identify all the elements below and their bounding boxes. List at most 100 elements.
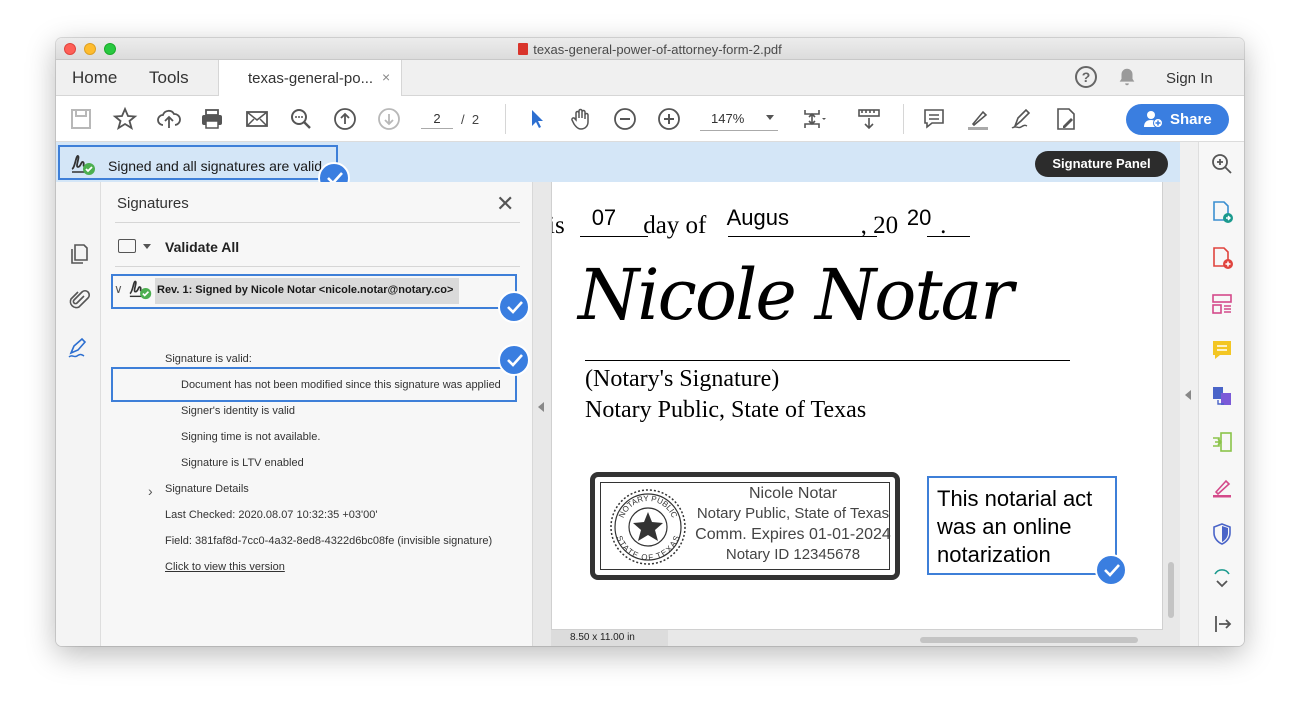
bookmark-star-icon[interactable] [112, 106, 138, 132]
protect-shield-icon[interactable] [1210, 522, 1234, 546]
help-icon[interactable]: ? [1075, 66, 1097, 88]
panel-title: Signatures [117, 195, 189, 212]
chevron-down-icon[interactable] [143, 244, 151, 249]
window-title-text: texas-general-power-of-attorney-form-2.p… [533, 42, 782, 57]
create-pdf-icon[interactable] [1210, 246, 1234, 270]
bell-icon[interactable] [1116, 66, 1138, 93]
share-button[interactable]: Share [1126, 104, 1229, 135]
note-line: This notarial act [937, 486, 1093, 511]
sign-in-link[interactable]: Sign In [1166, 70, 1213, 87]
save-icon[interactable] [68, 106, 94, 132]
page-fit-icon[interactable] [800, 106, 826, 132]
signature-pen-icon[interactable] [67, 336, 91, 360]
seal-ring-bottom-text: STATE OF TEXAS [615, 534, 682, 562]
signature-status-text: Signed and all signatures are valid [108, 158, 323, 174]
zoom-level-select[interactable]: 147% [700, 109, 778, 131]
fill-sign-icon[interactable] [1009, 106, 1035, 132]
page-number-input[interactable] [421, 109, 453, 129]
title-bar: texas-general-power-of-attorney-form-2.p… [56, 38, 1244, 60]
valid-signature-icon [70, 149, 98, 182]
list-options-icon[interactable] [118, 239, 136, 253]
online-notarization-note[interactable]: This notarial act was an online notariza… [927, 476, 1117, 575]
close-icon[interactable]: ✕ [496, 191, 514, 217]
notary-seal: NOTARY PUBLIC STATE OF TEXAS Nicole Nota… [590, 472, 900, 580]
comment-icon[interactable] [921, 106, 947, 132]
year-prefix-text: , 20 [860, 212, 899, 239]
highlight-pen-icon[interactable] [965, 106, 991, 132]
seal-id: Notary ID 12345678 [725, 546, 861, 563]
tab-tools[interactable]: Tools [149, 68, 189, 88]
validate-all-button[interactable]: Validate All [165, 239, 239, 255]
page-thumbnails-icon[interactable] [67, 242, 91, 266]
signatures-panel: Signatures ✕ Validate All ∨ Rev. 1: Sign… [101, 182, 533, 646]
main-toolbar: / 2 147% Share [56, 96, 1244, 142]
field-text: Field: 381faf8d-7cc0-4a32-8ed8-4322d6bc0… [165, 535, 493, 547]
expand-tools-arrow-icon[interactable] [1185, 390, 1191, 400]
document-viewport[interactable]: is 07 day of Augus, 2020. Nicole Notar (… [533, 182, 1180, 646]
notary-stamp-icon: NOTARY PUBLIC STATE OF TEXAS [609, 488, 687, 571]
email-icon[interactable] [244, 106, 270, 132]
day-of-text: day of [643, 212, 707, 239]
pdf-file-icon [518, 43, 529, 55]
panel-divider [115, 222, 520, 223]
page-separator: / [461, 112, 465, 127]
year-field[interactable]: 20 [898, 205, 940, 231]
tab-document[interactable]: texas-general-po... × [218, 60, 402, 97]
collapse-panel-arrow-icon[interactable] [538, 402, 544, 412]
share-label: Share [1170, 111, 1212, 128]
note-line: was an online [937, 514, 1072, 539]
document-tab-label: texas-general-po... [248, 70, 374, 87]
vertical-scrollbar[interactable] [1168, 562, 1174, 618]
tab-home[interactable]: Home [72, 68, 117, 88]
zoom-search-icon[interactable] [1210, 152, 1234, 176]
add-user-icon [1143, 110, 1163, 132]
month-field[interactable]: Augus [713, 205, 861, 231]
view-version-link[interactable]: Click to view this version [165, 561, 285, 573]
edit-document-icon[interactable] [1053, 106, 1079, 132]
page-size-label: 8.50 x 11.00 in [551, 630, 668, 646]
seal-name: Nicole Notar [748, 485, 838, 502]
ltv-enabled-text: Signature is LTV enabled [181, 457, 304, 469]
hand-pan-icon[interactable] [568, 106, 594, 132]
revision-highlight [111, 274, 517, 309]
find-search-icon[interactable] [288, 106, 314, 132]
organize-pages-icon[interactable] [1210, 292, 1234, 316]
previous-page-icon[interactable] [332, 106, 358, 132]
svg-text:STATE OF TEXAS: STATE OF TEXAS [615, 534, 682, 562]
attachments-paperclip-icon[interactable] [67, 288, 91, 312]
horizontal-scrollbar[interactable] [920, 637, 1138, 643]
period-text: . [940, 212, 947, 239]
signature-details-toggle[interactable]: Signature Details [165, 483, 249, 495]
more-tools-chevron-icon[interactable] [1210, 568, 1234, 592]
year-blank-line [927, 236, 970, 237]
left-nav-rail [56, 182, 101, 646]
seal-title: Notary Public, State of Texas [696, 505, 890, 522]
zoom-in-icon[interactable] [656, 106, 682, 132]
scroll-mode-icon[interactable] [856, 106, 882, 132]
zoom-level-value: 147% [711, 111, 745, 126]
chevron-right-icon[interactable]: › [148, 483, 153, 499]
select-cursor-icon[interactable] [524, 106, 550, 132]
check-badge-icon [498, 291, 530, 323]
print-icon[interactable] [199, 106, 225, 132]
panel-divider [115, 266, 520, 267]
compress-pdf-icon[interactable] [1210, 430, 1234, 454]
upload-cloud-icon[interactable] [156, 106, 182, 132]
next-page-icon[interactable] [376, 106, 402, 132]
day-field[interactable]: 07 [571, 205, 637, 231]
pdf-page: is 07 day of Augus, 2020. Nicole Notar (… [551, 182, 1163, 630]
fill-and-sign-icon[interactable] [1210, 476, 1234, 500]
month-blank-line [728, 236, 877, 237]
signature-panel-button[interactable]: Signature Panel [1035, 151, 1168, 177]
zoom-out-icon[interactable] [612, 106, 638, 132]
comment-tool-icon[interactable] [1210, 338, 1234, 362]
combine-files-icon[interactable] [1210, 384, 1234, 408]
collapse-right-pane-icon[interactable] [1210, 612, 1234, 636]
close-tab-icon[interactable]: × [382, 69, 390, 85]
seal-expiry: Comm. Expires 01-01-2024 [695, 526, 891, 543]
export-pdf-icon[interactable] [1210, 200, 1234, 224]
signature-status-bar: Signed and all signatures are valid Sign… [56, 142, 1180, 182]
check-badge-icon [498, 344, 530, 376]
notary-public-label: Notary Public, State of Texas [585, 397, 867, 423]
identity-valid-text: Signer's identity is valid [181, 405, 295, 417]
